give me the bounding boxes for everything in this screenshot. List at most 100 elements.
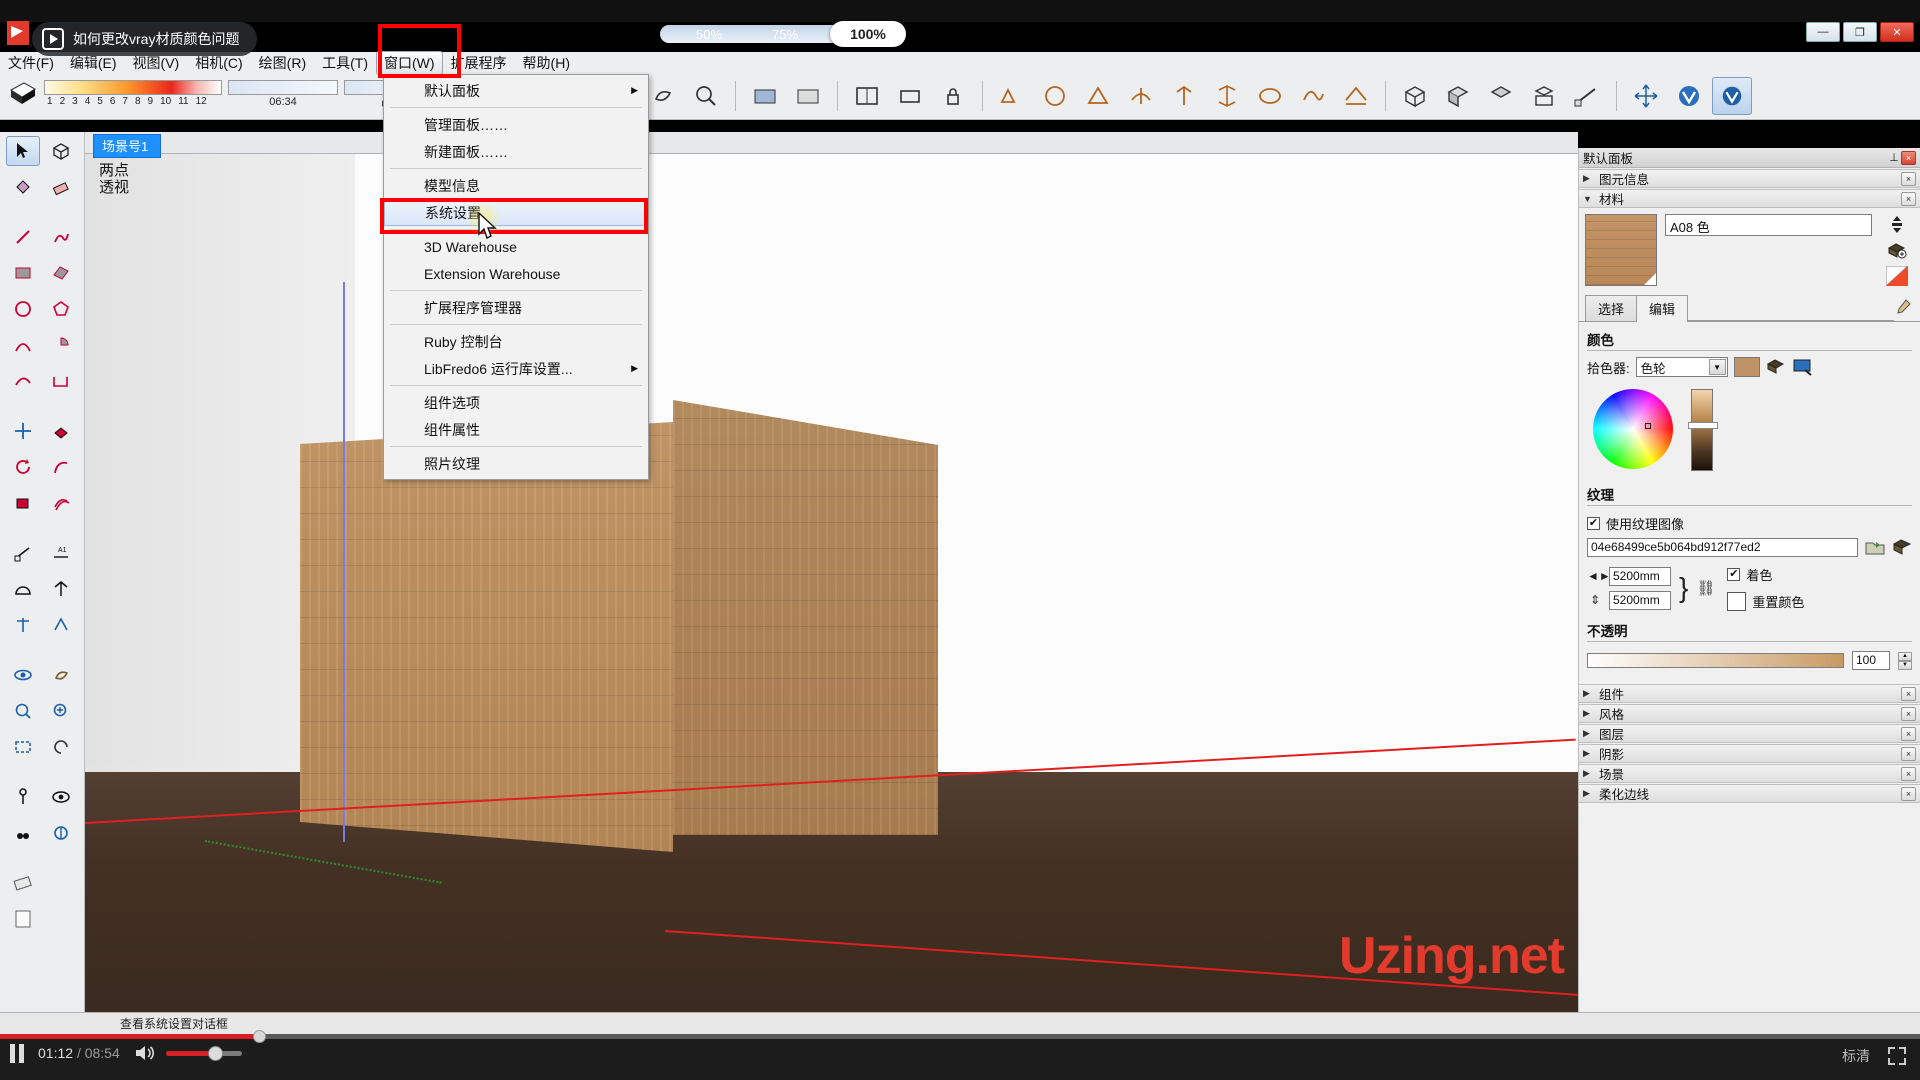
pushpull-tool-icon[interactable] — [44, 416, 78, 446]
scale-tool-icon[interactable] — [6, 488, 40, 518]
collapsed-section-4[interactable]: ▶ 场景 × — [1579, 764, 1920, 783]
component-4-icon[interactable] — [1524, 77, 1564, 115]
texture-file-field[interactable]: 04e68499ce5b064bd912f77ed2 — [1587, 538, 1858, 557]
eraser-large-tool-icon[interactable] — [6, 868, 40, 898]
opacity-value-field[interactable]: 100 — [1852, 651, 1890, 670]
video-progress-knob[interactable] — [253, 1030, 267, 1043]
opacity-spinner[interactable]: ▲ ▼ — [1898, 651, 1912, 670]
rotate-tool-icon[interactable] — [6, 452, 40, 482]
solid-tools-icon[interactable] — [1250, 77, 1290, 115]
match-screen-color-icon[interactable] — [1792, 358, 1814, 376]
component-3-icon[interactable] — [1481, 77, 1521, 115]
pin-icon[interactable]: ⊥ — [1887, 151, 1901, 164]
walk-tool-icon[interactable] — [6, 818, 40, 848]
sandbox-scribble-icon[interactable] — [1293, 77, 1333, 115]
lock-icon[interactable] — [933, 77, 973, 115]
move-tool-icon[interactable] — [1626, 77, 1666, 115]
position-camera-tool-icon[interactable] — [6, 782, 40, 812]
window-view-icon[interactable] — [847, 77, 887, 115]
shadow-time-slider[interactable] — [228, 80, 338, 95]
sandbox-from-contours-icon[interactable] — [992, 77, 1032, 115]
line-tool-icon[interactable] — [6, 222, 40, 252]
opacity-spinner-up[interactable]: ▲ — [1898, 651, 1912, 661]
pie-tool-icon[interactable] — [44, 330, 78, 360]
maximize-button[interactable]: ❐ — [1843, 22, 1877, 42]
current-color-chip[interactable] — [1733, 357, 1760, 377]
text-tool-icon[interactable] — [6, 610, 40, 640]
dropdown-item-2[interactable]: 新建面板…… — [384, 138, 648, 165]
colorize-checkbox[interactable]: ✔ — [1727, 568, 1741, 581]
color-wheel[interactable] — [1593, 389, 1673, 469]
model-viewport[interactable]: 场景号1 两点 透视 Uzing.net — [85, 132, 1578, 1012]
section-entity-info-close[interactable]: × — [1901, 171, 1916, 186]
tab-select[interactable]: 选择 — [1585, 295, 1638, 321]
volume-knob[interactable] — [208, 1045, 224, 1061]
opacity-spinner-down[interactable]: ▼ — [1898, 660, 1912, 670]
collapsed-section-close-5[interactable]: × — [1901, 786, 1916, 801]
dropdown-item-6[interactable]: Extension Warehouse — [384, 260, 648, 287]
speed-option-75[interactable]: 75% — [772, 27, 798, 42]
display-secondary-selection-icon[interactable] — [1889, 216, 1905, 234]
eraser-tool-icon[interactable] — [44, 172, 78, 202]
use-texture-row[interactable]: ✔ 使用纹理图像 — [1579, 512, 1920, 535]
shadow-month-slider[interactable] — [44, 80, 222, 95]
collapsed-section-0[interactable]: ▶ 组件 × — [1579, 684, 1920, 703]
3point-arc-tool-icon[interactable] — [44, 366, 78, 396]
scene-tab-1[interactable]: 场景号1 — [93, 134, 162, 158]
dropdown-item-0[interactable]: 默认面板 ▶ — [384, 77, 648, 104]
menu-item-8[interactable]: 帮助(H) — [515, 51, 578, 75]
edit-texture-icon[interactable] — [1892, 539, 1912, 556]
collapsed-section-close-2[interactable]: × — [1901, 726, 1916, 741]
colorize-row[interactable]: ✔ 着色 — [1727, 565, 1804, 584]
video-quality-label[interactable]: 标清 — [1842, 1046, 1870, 1066]
chevron-down-icon-picker[interactable]: ▼ — [1708, 359, 1726, 375]
match-model-color-icon[interactable] — [1766, 358, 1786, 376]
material-default-icon[interactable] — [1886, 266, 1908, 286]
make-component-icon[interactable] — [1395, 77, 1435, 115]
sandbox-dim-icon[interactable] — [1336, 77, 1376, 115]
browse-texture-icon[interactable] — [1865, 539, 1885, 556]
texture-width-field[interactable]: 5200mm — [1609, 566, 1671, 586]
menu-item-6[interactable]: 窗口(W) — [376, 51, 443, 75]
speed-option-100-selected[interactable]: 100% — [830, 21, 906, 47]
offset-tool-icon[interactable] — [44, 488, 78, 518]
paint-bucket-tool-icon[interactable] — [6, 172, 40, 202]
dropdown-item-5[interactable]: 3D Warehouse — [384, 233, 648, 260]
menu-item-7[interactable]: 扩展程序 — [443, 51, 515, 75]
zoom-tool-icon-left[interactable] — [6, 696, 40, 726]
sandbox-stamp-icon[interactable] — [1078, 77, 1118, 115]
display-shaded-icon[interactable] — [788, 77, 828, 115]
zoom-tool-icon[interactable] — [686, 77, 726, 115]
dropdown-item-10[interactable]: 组件选项 — [384, 389, 648, 416]
reset-color-row[interactable]: 重置颜色 — [1727, 592, 1804, 611]
section-materials-close[interactable]: × — [1901, 191, 1916, 206]
color-wheel-cursor[interactable] — [1645, 423, 1651, 429]
volume-control[interactable] — [134, 1043, 242, 1063]
pan-tool-icon-left[interactable] — [44, 660, 78, 690]
orbit-tool-icon-left[interactable] — [6, 660, 40, 690]
color-picker-select[interactable]: 色轮 ▼ — [1635, 357, 1728, 377]
look-around-tool-icon[interactable] — [44, 782, 78, 812]
previous-view-tool-icon[interactable] — [44, 732, 78, 762]
2point-arc-tool-icon[interactable] — [6, 366, 40, 396]
collapsed-section-2[interactable]: ▶ 图层 × — [1579, 724, 1920, 743]
vray-asset-editor-icon[interactable] — [1712, 77, 1752, 115]
component-2-icon[interactable] — [1438, 77, 1478, 115]
eyedropper-icon[interactable] — [1894, 298, 1920, 321]
tape-measure-icon[interactable] — [1567, 77, 1607, 115]
section-plane-tool-icon[interactable] — [44, 818, 78, 848]
sandbox-addtail-icon[interactable] — [1164, 77, 1204, 115]
pan-tool-icon[interactable] — [643, 77, 683, 115]
shadow-settings-widget[interactable]: 123456789101112 06:34 中午 — [8, 78, 440, 112]
dropdown-item-3[interactable]: 模型信息 — [384, 172, 648, 199]
reset-color-checkbox[interactable] — [1727, 592, 1747, 611]
page-tool-icon[interactable] — [6, 904, 40, 934]
axes-tool-icon[interactable] — [44, 574, 78, 604]
protractor-tool-icon[interactable] — [6, 574, 40, 604]
layers-icon[interactable] — [890, 77, 930, 115]
section-plane-icon[interactable] — [745, 77, 785, 115]
rotated-rectangle-tool-icon[interactable] — [44, 258, 78, 288]
sandbox-drape-icon[interactable] — [1121, 77, 1161, 115]
section-materials[interactable]: ▼ 材料 × — [1579, 189, 1920, 208]
opacity-slider[interactable] — [1587, 653, 1844, 668]
